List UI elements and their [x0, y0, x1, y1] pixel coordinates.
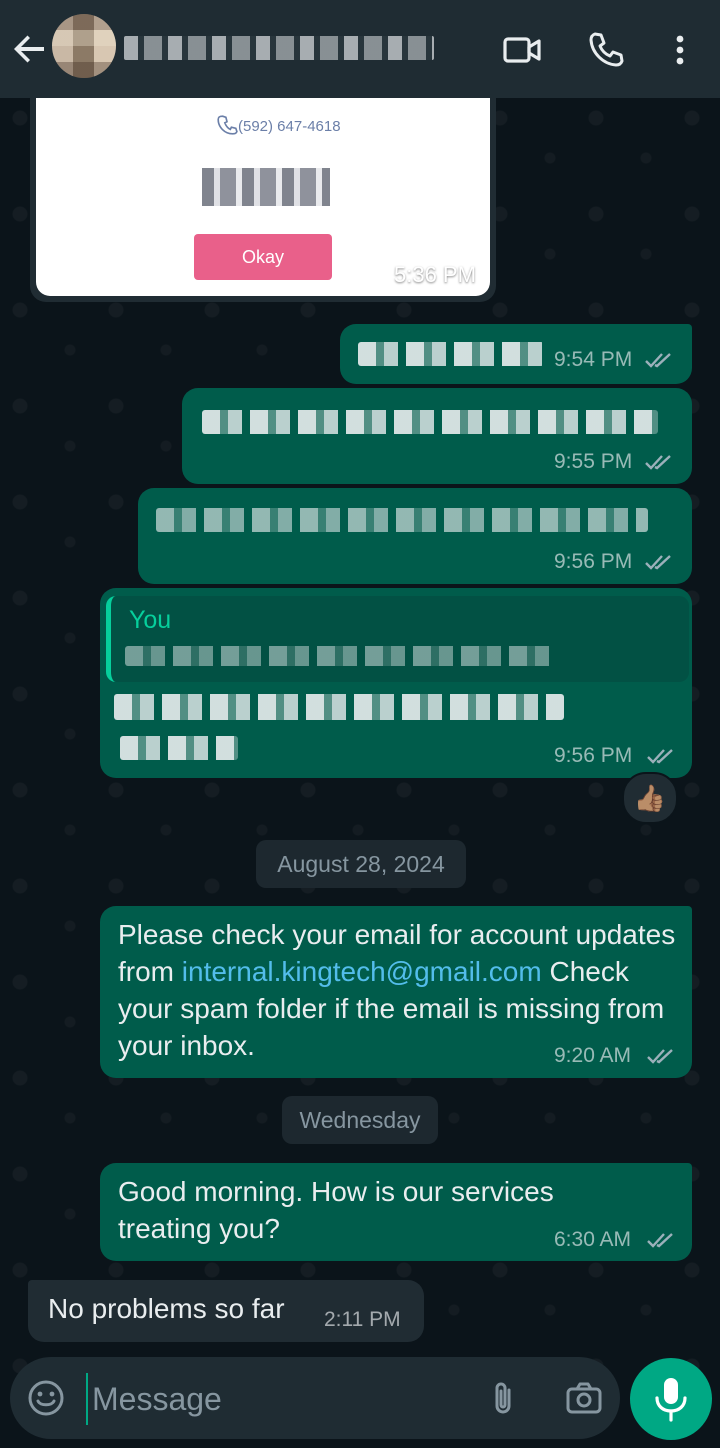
message-text: No problems so far: [48, 1293, 285, 1324]
message-input[interactable]: [86, 1373, 464, 1425]
message-time: 2:11 PM: [324, 1308, 401, 1331]
video-call-icon[interactable]: [500, 28, 544, 72]
quote-author: You: [129, 606, 172, 634]
message-time: 9:55 PM: [554, 450, 633, 473]
read-receipt-icon: [645, 353, 671, 368]
contact-avatar[interactable]: [52, 14, 116, 78]
message-time: 9:20 AM: [554, 1044, 632, 1067]
message-text: Please check your email for account upda…: [118, 919, 676, 1061]
message-text: Good morning. How is our services treati…: [118, 1176, 554, 1244]
email-link[interactable]: internal.kingtech@gmail.com: [182, 956, 542, 987]
redacted-text: [125, 646, 555, 666]
redacted-text: [358, 342, 544, 366]
image-phone-text: (592) 647-4618: [216, 114, 341, 136]
message-time: 9:54 PM: [554, 348, 633, 371]
redacted-text: [120, 736, 238, 760]
message-bubble-outgoing[interactable]: 9:55 PM: [182, 388, 692, 484]
read-receipt-icon: [645, 555, 671, 570]
back-arrow-icon[interactable]: [10, 30, 50, 70]
redacted-text: [156, 508, 648, 532]
contact-name-redacted[interactable]: [124, 36, 434, 60]
date-separator: August 28, 2024: [256, 840, 466, 888]
camera-icon[interactable]: [564, 1378, 604, 1418]
date-separator: Wednesday: [282, 1096, 438, 1144]
message-time: 5:36 PM: [394, 262, 476, 287]
message-bubble-incoming[interactable]: No problems so far 2:11 PM: [28, 1280, 424, 1342]
phone-icon: [217, 115, 238, 135]
image-redacted-text: [202, 168, 330, 206]
message-bubble-outgoing[interactable]: Good morning. How is our services treati…: [100, 1163, 692, 1261]
message-time: 6:30 AM: [554, 1228, 632, 1251]
emoji-icon[interactable]: [26, 1378, 66, 1418]
quoted-message[interactable]: You: [106, 596, 689, 682]
voice-call-icon[interactable]: [584, 28, 628, 72]
read-receipt-icon: [647, 1233, 673, 1248]
message-composer: [10, 1357, 620, 1439]
reaction-badge[interactable]: 👍🏽: [622, 772, 678, 824]
message-time: 9:56 PM: [554, 744, 633, 767]
read-receipt-icon: [645, 455, 671, 470]
message-time: 9:56 PM: [554, 550, 633, 573]
mic-icon: [655, 1378, 687, 1422]
image-okay-button: Okay: [194, 234, 332, 280]
chat-header: [0, 0, 720, 98]
attach-icon[interactable]: [484, 1378, 524, 1418]
read-receipt-icon: [647, 749, 673, 764]
read-receipt-icon: [647, 1049, 673, 1064]
message-bubble-outgoing[interactable]: 9:56 PM: [138, 488, 692, 584]
redacted-text: [202, 410, 658, 434]
message-bubble-outgoing[interactable]: 9:54 PM: [340, 324, 692, 384]
mic-button[interactable]: [630, 1358, 712, 1440]
message-bubble-outgoing[interactable]: Please check your email for account upda…: [100, 906, 692, 1078]
more-options-icon[interactable]: [658, 28, 702, 72]
redacted-text: [114, 694, 564, 720]
